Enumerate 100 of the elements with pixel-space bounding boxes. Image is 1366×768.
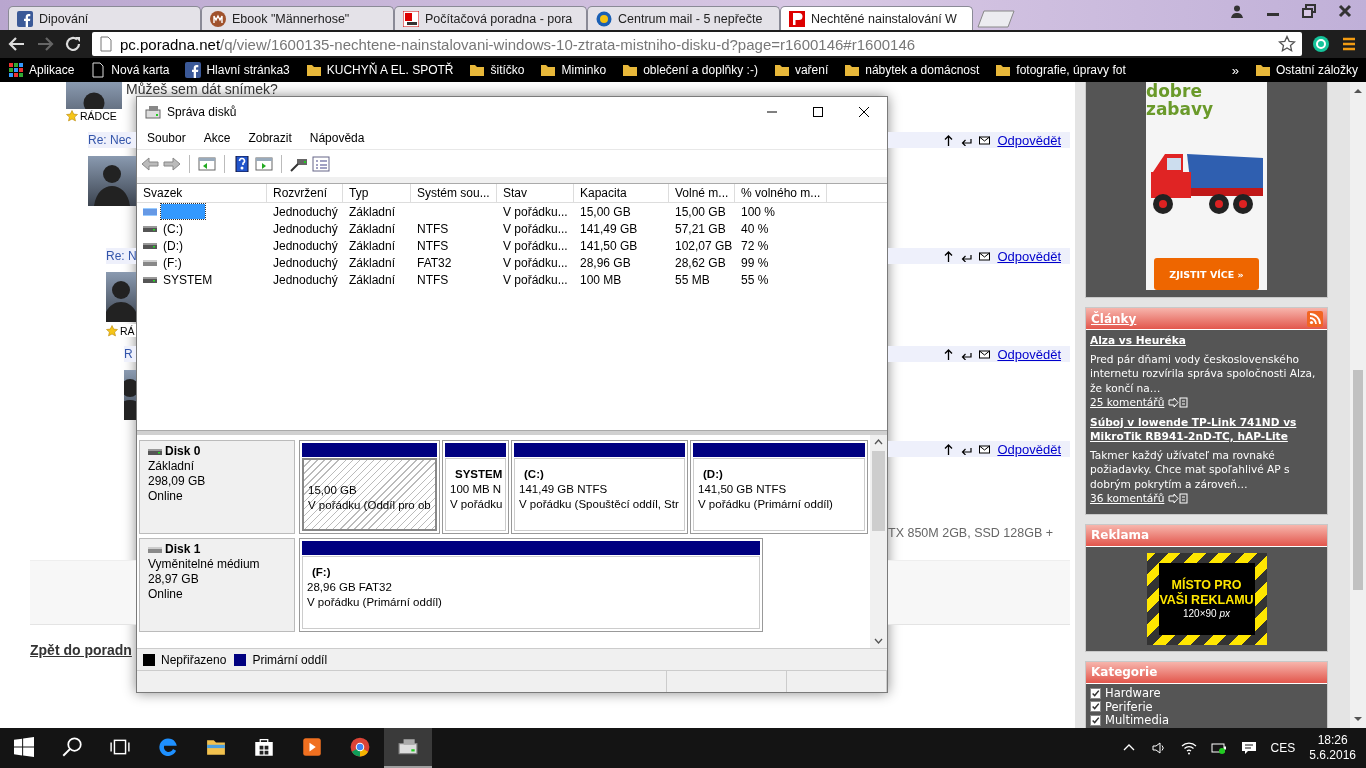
partition-block[interactable]: 15,00 GB V pořádku (Oddíl pro ob — [299, 440, 440, 534]
bookmark[interactable]: oblečení a doplňky :-) — [622, 62, 758, 78]
back-icon[interactable] — [8, 35, 26, 53]
column-header[interactable]: Rozvržení — [267, 184, 343, 203]
drive-icon — [398, 737, 418, 757]
table-cell-text: Základní — [348, 255, 397, 270]
battery-icon[interactable] — [1210, 740, 1227, 756]
taskbar-button[interactable] — [384, 728, 432, 768]
scrollbar[interactable] — [870, 435, 887, 648]
close-icon[interactable] — [1338, 4, 1352, 18]
browser-tab[interactable]: Počítačová poradna - pora — [394, 6, 587, 30]
partition-block[interactable]: (C:) 141,49 GB NTFS V pořádku (Spouštěcí oddíl, Str — [511, 440, 688, 534]
reply-title[interactable]: R — [124, 346, 136, 362]
reply-title[interactable]: Re: N — [106, 248, 136, 264]
restore-icon[interactable] — [1302, 4, 1316, 18]
column-header[interactable]: Systém sou... — [411, 184, 497, 203]
more-bookmarks-button[interactable]: » — [1231, 62, 1239, 78]
up-arrow-icon[interactable] — [943, 348, 955, 360]
envelope-icon[interactable] — [979, 348, 991, 360]
menu-item[interactable]: Soubor — [138, 131, 195, 145]
bookmark[interactable]: KUCHYŇ A EL. SPOTŘ — [305, 62, 454, 78]
star-icon[interactable] — [1278, 35, 1296, 53]
comments-link[interactable]: 25 komentářů — [1090, 395, 1165, 410]
column-header[interactable]: Kapacita — [574, 184, 669, 203]
partition-block[interactable]: SYSTEM 100 MB N V pořádku — [442, 440, 509, 534]
volume-name[interactable]: SYSTEM — [161, 272, 215, 287]
table-cell-text: Základní — [348, 238, 397, 253]
tree-pane-icon[interactable] — [198, 155, 216, 172]
clock[interactable]: 18:26 5.6.2016 — [1309, 733, 1356, 763]
reply-link[interactable]: Odpovědět — [997, 248, 1061, 264]
forward-icon[interactable] — [36, 35, 54, 53]
scroll-thumb[interactable] — [872, 451, 885, 531]
column-header[interactable]: Stav — [497, 184, 574, 203]
ebook-icon — [210, 10, 226, 27]
disk-info-panel[interactable]: Disk 0 Základní 298,09 GB Online — [139, 440, 295, 534]
ad-size: 120×90 px — [1183, 608, 1230, 619]
reply-title[interactable]: Re: Nec — [88, 132, 136, 148]
bookmark[interactable]: Aplikace — [8, 62, 75, 78]
table-cell-text: NTFS — [416, 238, 450, 253]
browser-tab[interactable]: Ebook "Männerhose" — [201, 6, 394, 30]
bookmark[interactable]: Nová karta — [90, 62, 170, 78]
checkbox[interactable] — [1090, 687, 1101, 699]
partition-block[interactable]: (D:) 141,50 GB NTFS V pořádku (Primární oddíl) — [690, 440, 868, 534]
notification-icon[interactable] — [1240, 740, 1257, 756]
up-arrow-icon[interactable] — [943, 250, 955, 262]
envelope-icon[interactable] — [979, 443, 991, 455]
help-icon[interactable] — [233, 155, 251, 172]
address-field[interactable]: pc.poradna.net/q/view/1600135-nechtene-nainstalovani-windows-10-ztrata-mistniho-disku-d?page=r1600146#r1600146 — [92, 32, 1302, 56]
checkbox[interactable] — [1090, 714, 1101, 726]
bookmark[interactable]: Ostatní záložky — [1254, 62, 1358, 78]
column-header[interactable]: Typ — [343, 184, 411, 203]
column-header[interactable]: % volného m... — [735, 184, 827, 203]
table-cell-text: Jednoduchý — [272, 255, 339, 270]
bookmark[interactable]: vaření — [773, 62, 829, 78]
extension-icon[interactable] — [1312, 35, 1330, 53]
article-link[interactable]: Súboj v lowende TP-Link 741ND vs MikroTik RB941-2nD-TC, hAP-Lite — [1090, 414, 1323, 444]
checkbox[interactable] — [1090, 701, 1101, 713]
menu-item[interactable]: Akce — [194, 131, 240, 145]
browser-tab[interactable]: Centrum mail - 5 nepřečte — [587, 6, 780, 30]
reply-link[interactable]: Odpovědět — [997, 441, 1061, 457]
bookmark[interactable]: Hlavní stránka3 — [185, 62, 290, 78]
apps-grid-icon — [8, 62, 24, 78]
speaker-icon[interactable] — [1150, 740, 1167, 756]
volume-name[interactable]: (C:) — [161, 221, 185, 236]
partition-block[interactable]: (F:) 28,96 GB FAT32 V pořádku (Primární oddíl) — [299, 538, 763, 632]
language-indicator[interactable]: CES — [1270, 741, 1296, 755]
volume-name[interactable]: (F:) — [161, 255, 184, 270]
up-arrow-icon[interactable] — [943, 134, 955, 146]
back-link[interactable]: Zpět do poradn — [30, 642, 136, 658]
scroll-thumb[interactable] — [1353, 370, 1363, 590]
rss-icon[interactable] — [1307, 310, 1323, 327]
scrollbar[interactable] — [1350, 82, 1366, 728]
forward-arrow-icon[interactable] — [163, 155, 181, 172]
comments-link[interactable]: 36 komentářů — [1090, 491, 1165, 506]
reload-icon[interactable] — [64, 35, 82, 53]
mail-icon — [596, 10, 612, 27]
bookmark[interactable]: fotografie, úpravy fot — [995, 62, 1126, 78]
envelope-icon[interactable] — [979, 250, 991, 262]
article-link[interactable]: Alza vs Heuréka — [1090, 333, 1323, 348]
disk-info-panel[interactable]: Disk 1 Vyměnitelné médium 28,97 GB Online — [139, 538, 295, 632]
wifi-icon[interactable] — [1180, 740, 1197, 756]
envelope-icon[interactable] — [979, 134, 991, 146]
menu-icon[interactable] — [1340, 35, 1358, 53]
column-header[interactable]: Volné m... — [669, 184, 735, 203]
reply-link[interactable]: Odpovědět — [997, 132, 1061, 148]
ad-banner[interactable]: MÍSTO PRO VAŠI REKLAMU 120×90 px — [1146, 552, 1267, 645]
bookmark[interactable]: nábytek a domácnost — [844, 62, 980, 78]
back-arrow-icon[interactable] — [141, 155, 159, 172]
table-cell-text: 55 MB — [674, 272, 711, 287]
bookmark[interactable]: Miminko — [540, 62, 607, 78]
up-arrow-icon[interactable] — [943, 443, 955, 455]
bookmark[interactable]: šitíčko — [469, 62, 525, 78]
menu-item[interactable]: Nápověda — [300, 131, 374, 145]
user-icon[interactable] — [1230, 4, 1244, 18]
reply-link[interactable]: Odpovědět — [997, 346, 1061, 362]
table-cell-text: 99 % — [740, 255, 770, 270]
browser-tab[interactable]: Nechtěné nainstalování W — [780, 6, 973, 30]
browser-tab[interactable]: Dipování — [8, 6, 201, 30]
volume-name[interactable]: (D:) — [161, 238, 185, 253]
menu-item[interactable]: Zobrazit — [239, 131, 301, 145]
